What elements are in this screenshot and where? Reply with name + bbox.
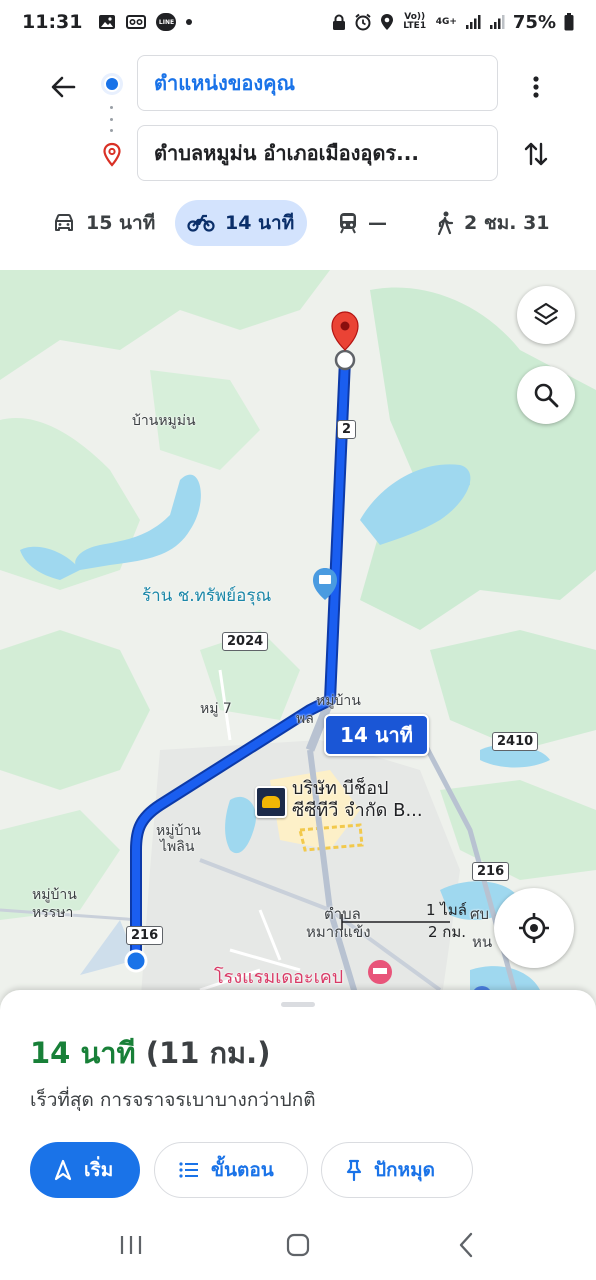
start-button[interactable]: เริ่ม: [30, 1142, 140, 1198]
search-icon: [534, 383, 559, 408]
chevron-left-icon: [459, 1232, 473, 1258]
pin-button[interactable]: ปักหมุด: [321, 1142, 473, 1198]
road-shield: 2: [337, 420, 357, 439]
label-company[interactable]: บริษัท บีช็อป ซีซีทีวี จำกัด B...: [292, 778, 423, 822]
recents-icon: [120, 1236, 142, 1254]
label-ban-mu-mon: บ้านหมูม่น: [132, 413, 196, 429]
my-location-icon: [519, 913, 549, 943]
directions-header: ตำแหน่งของคุณ ตำบลหมูม่น อำเภอเมืองอุดร.…: [0, 44, 596, 270]
tab-walking[interactable]: 2 ชม. 31: [424, 200, 562, 246]
road-shield: 216: [126, 926, 164, 945]
route-dots: [110, 106, 114, 132]
status-time: 11:31: [22, 11, 83, 33]
label-hotel[interactable]: โรงแรมเดอะเคป: [214, 962, 343, 991]
map-view[interactable]: บ้านหมูม่น ร้าน ช.ทรัพย์อรุณ หมู่ 7 หมู่…: [0, 270, 596, 1010]
pin-icon: [346, 1159, 362, 1181]
motorcycle-icon: [187, 214, 215, 232]
route-time-callout[interactable]: 14 นาที: [324, 714, 429, 756]
dot-icon: [186, 19, 193, 25]
traffic-note: เร็วที่สุด การจราจรเบาบางกว่าปกติ: [30, 1089, 316, 1111]
label-village-hansa-2: หรรษา: [32, 905, 74, 921]
more-vert-icon: [533, 76, 539, 98]
search-along-route-button[interactable]: [517, 366, 575, 424]
signal-icon: [465, 14, 481, 30]
back-button[interactable]: [42, 66, 84, 108]
tab-transit-label: —: [368, 212, 387, 234]
label-village-phai-lin-2: ไพลิน: [160, 839, 195, 855]
more-options-button[interactable]: [518, 66, 554, 108]
tab-motorcycle-label: 14 นาที: [225, 212, 295, 234]
road-shield: 2024: [222, 632, 269, 651]
tab-transit[interactable]: —: [326, 200, 399, 246]
steps-button-label: ขั้นตอน: [211, 1159, 274, 1181]
line-app-icon: LINE: [156, 13, 177, 31]
label-company-line1: บริษัท บีช็อป: [292, 778, 389, 799]
destination-pin-icon: [101, 142, 123, 168]
status-bar: 11:31 LINE Vo)) LTE1 4G+ 75%: [0, 0, 596, 44]
route-summary: 14 นาที (11 กม.): [30, 1030, 270, 1076]
steps-button[interactable]: ขั้นตอน: [154, 1142, 308, 1198]
road-shield: 2410: [492, 732, 539, 751]
battery-percent: 75%: [512, 11, 556, 33]
car-icon: [55, 214, 73, 231]
route-distance: (11 กม.): [145, 1036, 271, 1070]
system-nav-bar: [0, 1210, 596, 1280]
destination-text: ตำบลหมูม่น อำเภอเมืองอุดร...: [154, 141, 419, 165]
company-logo-icon[interactable]: [255, 786, 287, 818]
transit-icon: [340, 213, 356, 234]
tab-driving-label: 15 นาที: [86, 212, 156, 234]
network-label: 4G+: [435, 16, 457, 27]
label-village-phai-lom-1: หมู่บ้าน: [316, 693, 361, 709]
list-icon: [179, 1162, 198, 1178]
label-edge-2: หน: [472, 933, 493, 951]
lock-icon: [332, 14, 346, 31]
voicemail-icon: [126, 15, 147, 29]
travel-mode-tabs: 15 นาที 14 นาที — 2 ชม. 31: [0, 200, 596, 248]
navigation-arrow-icon: [54, 1159, 72, 1181]
tab-walking-label: 2 ชม. 31: [464, 212, 550, 234]
layers-button[interactable]: [517, 286, 575, 344]
swap-button[interactable]: [518, 133, 554, 175]
tab-motorcycle[interactable]: 14 นาที: [175, 200, 307, 246]
label-moo-7: หมู่ 7: [200, 701, 232, 717]
scale-miles: 1 ไมล์: [426, 901, 467, 919]
label-shop[interactable]: ร้าน ช.ทรัพย์อรุณ: [142, 582, 271, 609]
route-duration: 14 นาที: [30, 1036, 136, 1070]
alarm-icon: [354, 13, 372, 31]
home-button[interactable]: [278, 1228, 318, 1262]
signal-icon: [489, 14, 505, 30]
destination-input[interactable]: ตำบลหมูม่น อำเภอเมืองอุดร...: [137, 125, 498, 181]
layers-icon: [533, 302, 559, 326]
origin-dot-icon: [101, 73, 123, 95]
swap-vert-icon: [524, 142, 548, 166]
tab-driving[interactable]: 15 นาที: [40, 200, 167, 246]
sheet-drag-handle[interactable]: [281, 1002, 315, 1007]
walk-icon: [437, 211, 454, 235]
pin-button-label: ปักหมุด: [374, 1159, 435, 1181]
system-back-button[interactable]: [446, 1228, 486, 1262]
scale-km: 2 กม.: [428, 923, 467, 941]
label-village-phai-lom-2: พล: [296, 711, 314, 727]
home-icon: [286, 1233, 310, 1257]
recent-apps-button[interactable]: [111, 1228, 151, 1262]
origin-input[interactable]: ตำแหน่งของคุณ: [137, 55, 498, 111]
battery-icon: [564, 13, 574, 31]
road-shield: 216: [472, 862, 510, 881]
volte-label: Vo)) LTE1: [403, 12, 427, 31]
start-button-label: เริ่ม: [84, 1159, 114, 1181]
arrow-back-icon: [51, 76, 76, 98]
label-edge-1: ศบ: [470, 905, 490, 923]
gallery-icon: [98, 14, 116, 30]
my-location-button[interactable]: [494, 888, 574, 968]
location-icon: [380, 13, 394, 31]
label-company-line2: ซีซีทีวี จำกัด B...: [292, 800, 423, 821]
